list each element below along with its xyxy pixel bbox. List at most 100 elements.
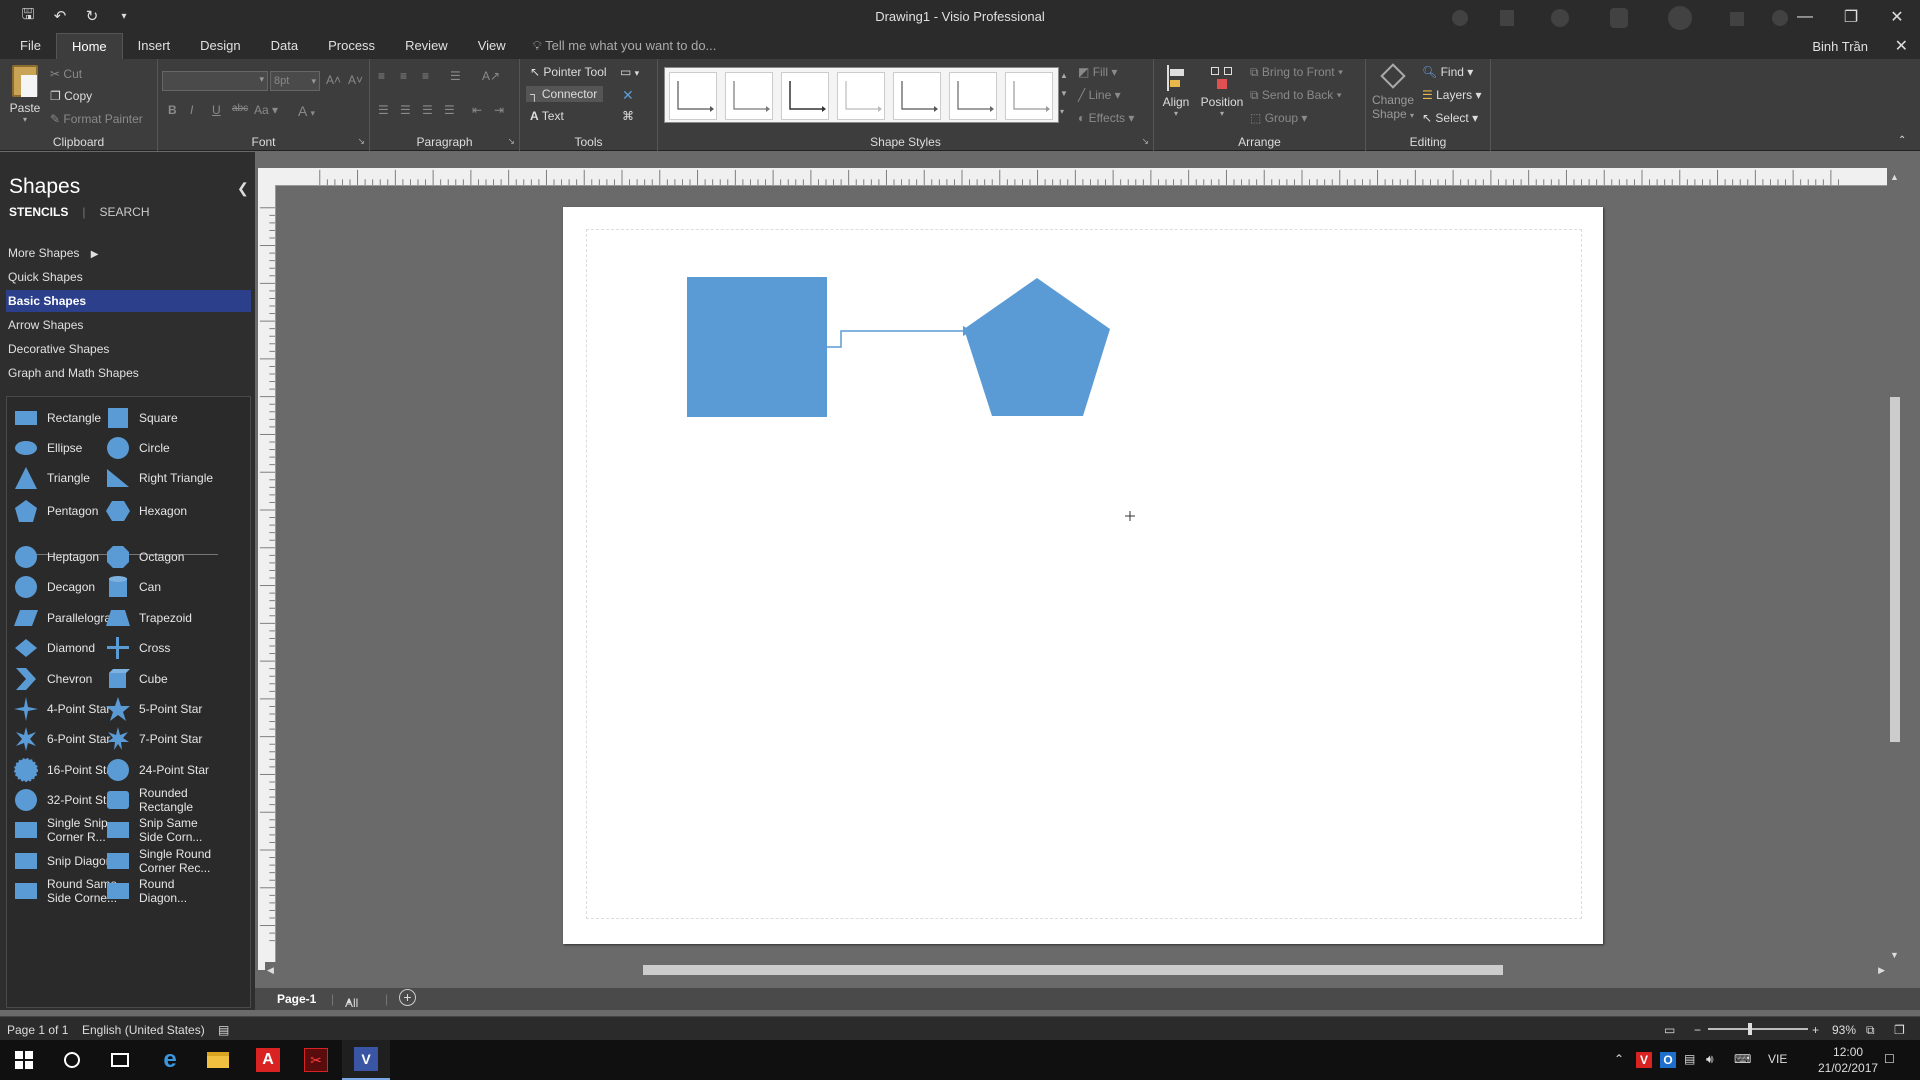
visio-taskbar-icon[interactable]: V (342, 1040, 390, 1080)
drawing-page[interactable] (563, 207, 1603, 944)
bullets-icon[interactable]: ☰ (450, 69, 461, 83)
font-size-box[interactable]: 8pt ▾ (270, 71, 320, 91)
rectangle-shape[interactable] (687, 277, 827, 417)
horizontal-scrollbar[interactable]: ◀ ▶ (265, 962, 1887, 978)
tab-insert[interactable]: Insert (123, 33, 186, 59)
fill-button[interactable]: ◩ Fill ▾ (1078, 65, 1117, 79)
tab-review[interactable]: Review (390, 33, 463, 59)
vertical-scrollbar[interactable]: ▲ ▼ (1887, 170, 1903, 962)
tab-design[interactable]: Design (185, 33, 255, 59)
connection-point-icon[interactable]: ⌘ (622, 109, 634, 123)
stencil-item-rounded-rectangle[interactable]: Rounded Rectangle (101, 783, 216, 817)
paste-button[interactable]: Paste ▾ (6, 65, 44, 124)
style-thumb-7[interactable] (1005, 72, 1053, 120)
nav-decorative-shapes[interactable]: Decorative Shapes (0, 338, 251, 360)
align-right-icon[interactable]: ☰ (422, 103, 433, 117)
restore-icon[interactable]: ❐ (1828, 0, 1874, 33)
network-icon[interactable]: ▤ (1684, 1052, 1695, 1066)
tab-view[interactable]: View (463, 33, 521, 59)
shape-style-gallery[interactable] (664, 67, 1059, 123)
tab-home[interactable]: Home (55, 33, 123, 59)
justify-icon[interactable]: ☰ (444, 103, 455, 117)
pentagon-shape[interactable] (964, 278, 1110, 416)
stencil-item-hexagon[interactable]: Hexagon (101, 494, 216, 528)
stencil-item-snip-same-side-corn[interactable]: Snip Same Side Corn... (101, 813, 216, 847)
nav-more-shapes[interactable]: More Shapes ▶ (0, 242, 251, 264)
macro-record-icon[interactable]: ▤ (218, 1023, 229, 1037)
nav-quick-shapes[interactable]: Quick Shapes (0, 266, 251, 288)
stencil-item-trapezoid[interactable]: Trapezoid (101, 601, 216, 635)
windows-start-icon[interactable] (0, 1040, 48, 1080)
undo-icon[interactable]: ↶ (50, 6, 70, 26)
show-hidden-icons-icon[interactable]: ⌃ (1614, 1052, 1624, 1066)
tell-me-box[interactable]: 💡︎ Tell me what you want to do... (533, 33, 717, 59)
switch-windows-icon[interactable]: ❐ (1894, 1023, 1905, 1037)
minimize-icon[interactable]: ― (1782, 0, 1828, 33)
style-thumb-5[interactable] (893, 72, 941, 120)
zoom-slider[interactable] (1708, 1023, 1808, 1035)
line-button[interactable]: ╱ Line ▾ (1078, 88, 1121, 102)
page-count-status[interactable]: Page 1 of 1 (7, 1023, 68, 1037)
tab-stencils[interactable]: STENCILS (9, 205, 68, 219)
customize-qat-icon[interactable]: ▾ (114, 6, 134, 26)
rectangle-tool-icon[interactable]: ▭ ▾ (620, 65, 639, 79)
connector-button[interactable]: ┐ Connector (526, 86, 604, 102)
stencil-item-cross[interactable]: Cross (101, 631, 216, 665)
presentation-mode-icon[interactable]: ▭ (1664, 1023, 1675, 1037)
tab-data[interactable]: Data (256, 33, 313, 59)
language-status[interactable]: English (United States) (82, 1023, 205, 1037)
task-view-icon[interactable] (96, 1040, 144, 1080)
stencil-item-octagon[interactable]: Octagon (101, 540, 216, 574)
stencil-item-circle[interactable]: Circle (101, 431, 216, 465)
redo-icon[interactable]: ↻ (82, 6, 102, 26)
increase-indent-icon[interactable]: ⇥ (494, 103, 504, 117)
fit-page-icon[interactable]: ⧉ (1866, 1023, 1875, 1038)
effects-button[interactable]: ◐ Effects ▾ (1078, 111, 1134, 125)
zoom-out-icon[interactable]: − (1694, 1023, 1701, 1037)
stencil-item-square[interactable]: Square (101, 401, 216, 435)
vertical-scroll-thumb[interactable] (1890, 397, 1900, 742)
tab-process[interactable]: Process (313, 33, 390, 59)
delete-connector-icon[interactable]: ✕ (622, 87, 634, 104)
copy-button[interactable]: ❐ Copy (50, 89, 92, 103)
align-top-icon[interactable]: ≡ (378, 69, 385, 83)
stencil-item-7-point-star[interactable]: 7-Point Star (101, 722, 216, 756)
outlook-tray-icon[interactable]: O (1660, 1052, 1676, 1068)
stencil-item-24-point-star[interactable]: 24-Point Star (101, 753, 216, 787)
scroll-up-icon[interactable]: ▲ (1890, 172, 1899, 182)
stencil-item-can[interactable]: Can (101, 570, 216, 604)
scroll-down-icon[interactable]: ▼ (1890, 950, 1899, 960)
stencil-item-5-point-star[interactable]: 5-Point Star (101, 692, 216, 726)
zoom-slider-thumb[interactable] (1748, 1023, 1752, 1035)
save-icon[interactable]: 🖫 (18, 6, 38, 26)
cortana-icon[interactable] (48, 1040, 96, 1080)
collapse-ribbon-icon[interactable]: ⌃ (1898, 135, 1906, 146)
tab-file[interactable]: File (0, 33, 56, 59)
italic-icon[interactable]: I (190, 103, 193, 117)
underline-icon[interactable]: U (212, 103, 221, 117)
stencil-item-cube[interactable]: Cube (101, 662, 216, 696)
gallery-scroll-icon[interactable]: ▲ ▼ ▾ (1060, 67, 1068, 121)
stencil-item-right-triangle[interactable]: Right Triangle (101, 461, 216, 495)
style-thumb-2[interactable] (725, 72, 773, 120)
cut-button[interactable]: ✂ Cut (50, 67, 82, 81)
keyboard-icon[interactable]: ⌨ (1734, 1052, 1751, 1066)
acrobat-reader-icon[interactable]: A (244, 1040, 292, 1080)
zoom-in-icon[interactable]: + (1812, 1023, 1819, 1037)
group-button[interactable]: ⬚ Group ▾ (1250, 111, 1307, 125)
close-icon[interactable]: ✕ (1895, 36, 1908, 56)
stencil-item-round-diagon[interactable]: Round Diagon... (101, 874, 216, 908)
select-button[interactable]: ↖ Select ▾ (1422, 111, 1478, 125)
strikethrough-icon[interactable]: abc (232, 103, 248, 114)
volume-icon[interactable]: 🔊︎ (1706, 1052, 1714, 1067)
scroll-left-icon[interactable]: ◀ (267, 965, 274, 976)
nav-arrow-shapes[interactable]: Arrow Shapes (0, 314, 251, 336)
change-case-icon[interactable]: Aa ▾ (254, 103, 278, 117)
find-button[interactable]: 🔍︎ Find ▾ (1422, 65, 1473, 79)
style-thumb-1[interactable] (669, 72, 717, 120)
layers-button[interactable]: ☰ Layers ▾ (1422, 88, 1482, 102)
antivirus-tray-icon[interactable]: V (1636, 1052, 1652, 1068)
edge-browser-icon[interactable]: e (146, 1040, 194, 1080)
style-thumb-3[interactable] (781, 72, 829, 120)
font-name-box[interactable]: ▾ (162, 71, 268, 91)
